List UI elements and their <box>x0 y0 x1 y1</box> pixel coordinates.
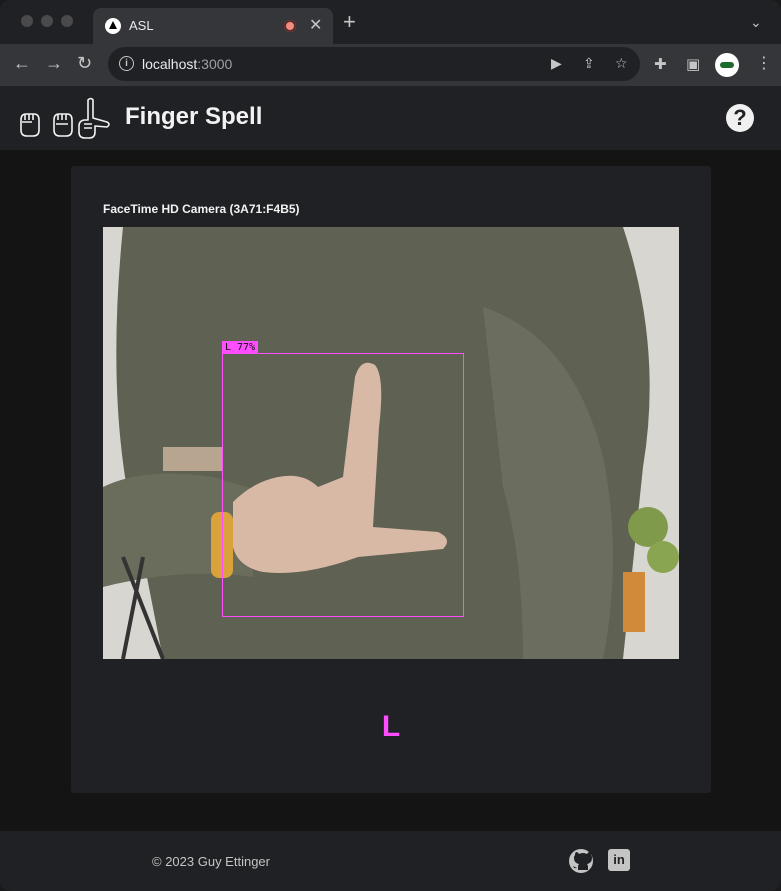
main-content: FaceTime HD Camera (3A71:F4B5) L 77% L <box>0 150 781 831</box>
star-icon[interactable]: ☆ <box>615 55 628 72</box>
detection-label: L 77% <box>222 341 259 354</box>
menu-icon[interactable]: ⋮ <box>756 53 772 73</box>
hand-signs-logo <box>20 97 110 139</box>
detection-bounding-box <box>222 353 464 617</box>
github-icon[interactable] <box>569 849 593 873</box>
copyright-text: © 2023 Guy Ettinger <box>152 854 270 869</box>
recording-indicator-icon <box>284 20 296 32</box>
tab-asl[interactable]: ASL ✕ <box>93 8 333 44</box>
camera-device-label: FaceTime HD Camera (3A71:F4B5) <box>103 202 300 216</box>
close-tab-button[interactable]: ✕ <box>309 15 322 35</box>
url-text[interactable]: localhost:3000 <box>142 56 232 72</box>
linkedin-icon[interactable]: in <box>608 849 630 871</box>
new-tab-button[interactable]: + <box>343 11 356 33</box>
info-icon[interactable]: i <box>119 56 134 71</box>
camera-icon[interactable]: ▶ <box>551 55 562 72</box>
predicted-letter: L <box>381 710 401 743</box>
favicon-icon <box>105 18 121 34</box>
extensions-icon[interactable]: ✚ <box>654 55 667 73</box>
close-window-button[interactable] <box>21 15 33 27</box>
browser-toolbar: ← → ↻ i localhost:3000 ▶ ⇪ ☆ ✚ ▣ ⋮ <box>0 44 781 87</box>
tab-title: ASL <box>129 18 154 33</box>
tab-bar: ASL ✕ + ⌄ <box>0 0 781 44</box>
zoom-window-button[interactable] <box>61 15 73 27</box>
address-bar[interactable]: i localhost:3000 ▶ ⇪ ☆ <box>108 47 640 81</box>
help-button[interactable]: ? <box>726 104 754 132</box>
app-title: Finger Spell <box>125 103 263 130</box>
sidepanel-icon[interactable]: ▣ <box>686 55 700 73</box>
webcam-feed: L 77% <box>103 227 679 659</box>
back-icon[interactable]: ← <box>13 53 31 73</box>
profile-avatar[interactable] <box>715 53 739 77</box>
forward-icon[interactable]: → <box>45 53 63 73</box>
reload-icon[interactable]: ↻ <box>77 53 92 73</box>
app-header: Finger Spell ? <box>0 86 781 150</box>
app-footer: © 2023 Guy Ettinger in <box>0 831 781 891</box>
minimize-window-button[interactable] <box>41 15 53 27</box>
camera-card: FaceTime HD Camera (3A71:F4B5) L 77% L <box>71 166 711 793</box>
browser-window: ASL ✕ + ⌄ ← → ↻ i localhost:3000 ▶ ⇪ ☆ ✚… <box>0 0 781 891</box>
tab-search-chevron-icon[interactable]: ⌄ <box>750 14 762 31</box>
share-icon[interactable]: ⇪ <box>583 55 595 72</box>
